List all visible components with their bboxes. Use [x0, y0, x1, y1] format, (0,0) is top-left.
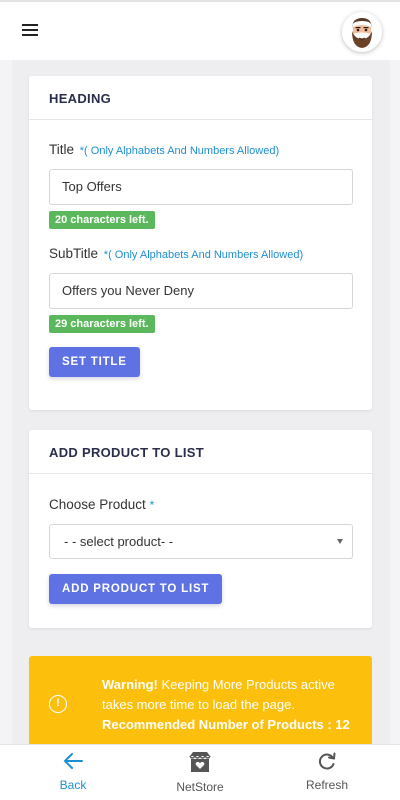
subtitle-label: SubTitle: [49, 246, 99, 261]
choose-product-label: Choose Product: [49, 497, 146, 512]
hamburger-menu-icon[interactable]: [22, 24, 38, 38]
avatar[interactable]: [342, 12, 382, 52]
title-label-row: Title *( Only Alphabets And Numbers Allo…: [49, 142, 352, 157]
title-hint: *( Only Alphabets And Numbers Allowed): [79, 145, 280, 157]
dropdown-arrow-icon: [337, 539, 343, 544]
refresh-icon: [318, 752, 336, 770]
product-select[interactable]: - - select product- -: [49, 524, 353, 559]
card-header-add-product: ADD PRODUCT TO LIST: [29, 430, 372, 474]
add-product-card: ADD PRODUCT TO LIST Choose Product * - -…: [29, 430, 372, 628]
add-product-to-list-button[interactable]: ADD PRODUCT TO LIST: [49, 574, 223, 604]
set-title-button[interactable]: SET TITLE: [49, 347, 140, 377]
warning-strong: Warning!: [102, 677, 158, 692]
nav-back[interactable]: Back: [33, 751, 113, 792]
choose-product-label-row: Choose Product *: [49, 497, 352, 512]
subtitle-label-row: SubTitle *( Only Alphabets And Numbers A…: [49, 246, 352, 261]
bearded-man-avatar-icon: [342, 12, 382, 52]
heading-card: HEADING Title *( Only Alphabets And Numb…: [29, 76, 372, 410]
nav-refresh[interactable]: Refresh: [287, 751, 367, 792]
title-label: Title: [49, 142, 75, 157]
product-select-value: - - select product- -: [64, 534, 174, 549]
info-circle-icon: !: [49, 695, 67, 713]
arrow-left-icon: [64, 753, 83, 769]
card-header-heading: HEADING: [29, 76, 372, 120]
bottom-navigation: Back NetStore Refresh: [0, 744, 400, 800]
warning-recommendation: Recommended Number of Products : 12: [102, 717, 350, 732]
top-app-bar: [0, 0, 400, 60]
warning-alert: ! Warning! Keeping More Products active …: [29, 656, 372, 744]
store-icon: [189, 752, 211, 772]
nav-refresh-label: Refresh: [305, 778, 349, 792]
nav-back-label: Back: [59, 778, 87, 792]
warning-text: Warning! Keeping More Products active ta…: [102, 675, 360, 735]
page-content: HEADING Title *( Only Alphabets And Numb…: [12, 60, 390, 744]
subtitle-input[interactable]: Offers you Never Deny: [49, 273, 353, 309]
nav-netstore[interactable]: NetStore: [160, 751, 240, 794]
title-input[interactable]: Top Offers: [49, 169, 353, 205]
nav-netstore-label: NetStore: [176, 780, 224, 794]
required-mark: *: [149, 498, 155, 512]
subtitle-hint: *( Only Alphabets And Numbers Allowed): [103, 249, 304, 261]
title-chars-left-badge: 20 characters left.: [49, 211, 155, 229]
subtitle-chars-left-badge: 29 characters left.: [49, 315, 155, 333]
